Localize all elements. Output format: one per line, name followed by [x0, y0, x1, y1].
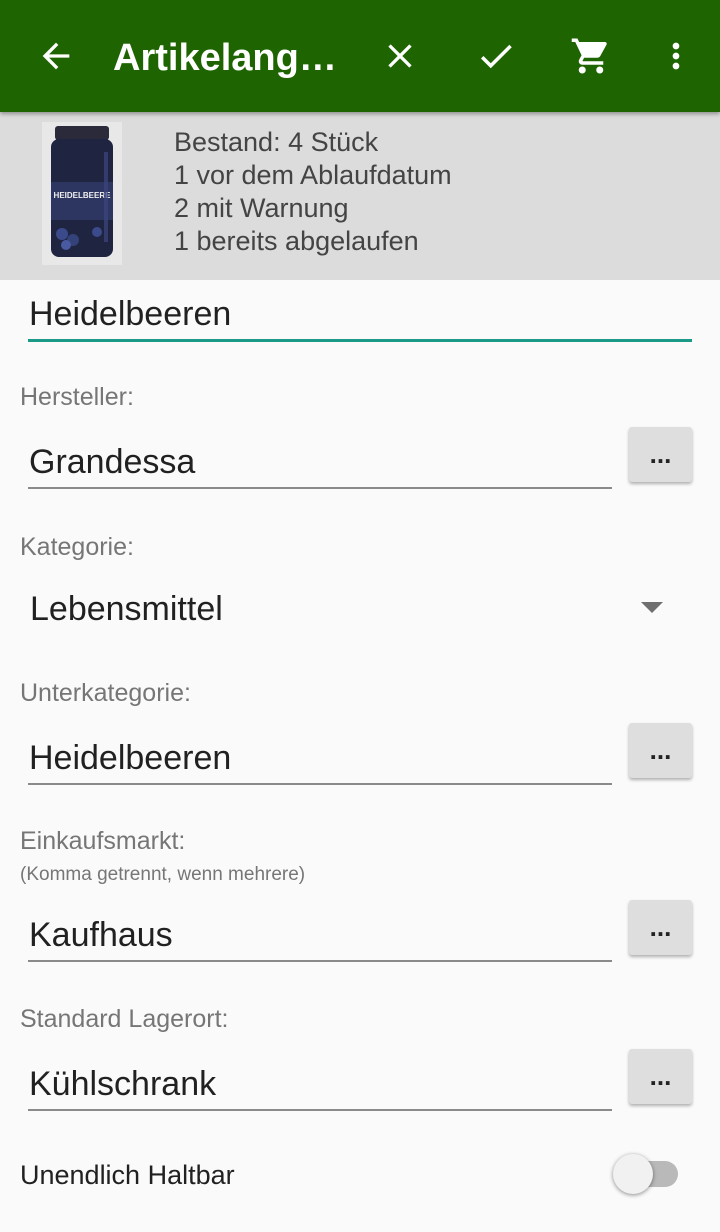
haltbar-switch-thumb[interactable]	[613, 1154, 653, 1194]
jar-label-text: HEIDELBEERE	[54, 191, 112, 200]
einkaufsmarkt-hint: (Komma getrennt, wenn mehrere)	[20, 864, 306, 885]
stock-total: Bestand: 4 Stück	[174, 127, 379, 157]
stock-before-expiry: 1 vor dem Ablaufdatum	[174, 160, 452, 190]
lagerort-input[interactable]	[28, 1059, 612, 1111]
product-image[interactable]: HEIDELBEERE	[42, 122, 122, 265]
close-icon	[388, 44, 412, 68]
einkaufsmarkt-picker-button[interactable]: ...	[629, 900, 692, 955]
einkaufsmarkt-input[interactable]	[28, 910, 612, 962]
overflow-menu-button[interactable]	[644, 24, 708, 88]
unterkategorie-input[interactable]	[28, 733, 612, 785]
save-button[interactable]	[464, 24, 528, 88]
einkaufsmarkt-label: Einkaufsmarkt:	[20, 827, 186, 855]
hersteller-picker-button[interactable]: ...	[629, 427, 692, 482]
haltbar-label: Unendlich Haltbar	[20, 1160, 235, 1190]
app-toolbar: Artikelangaben	[0, 0, 720, 112]
article-name-input[interactable]	[28, 290, 692, 342]
hersteller-label: Hersteller:	[20, 383, 134, 411]
cart-icon	[571, 38, 607, 74]
dropdown-arrow-icon	[641, 602, 663, 613]
arrow-back-icon	[42, 42, 70, 70]
check-icon	[480, 44, 512, 69]
lagerort-label: Standard Lagerort:	[20, 1005, 229, 1033]
stock-summary: Bestand: 4 Stück 1 vor dem Ablaufdatum 2…	[174, 126, 452, 258]
unterkategorie-picker-button[interactable]: ...	[629, 723, 692, 778]
hersteller-input[interactable]	[28, 437, 612, 489]
stock-expired: 1 bereits abgelaufen	[174, 226, 419, 256]
jam-jar-photo: HEIDELBEERE	[42, 122, 122, 265]
discard-button[interactable]	[368, 24, 432, 88]
kategorie-label: Kategorie:	[20, 533, 134, 561]
unterkategorie-label: Unterkategorie:	[20, 679, 191, 707]
lagerort-picker-button[interactable]: ...	[629, 1049, 692, 1104]
stock-warning: 2 mit Warnung	[174, 193, 349, 223]
kategorie-dropdown[interactable]: Lebensmittel	[28, 582, 692, 638]
shopping-cart-button[interactable]	[559, 24, 623, 88]
back-button[interactable]	[24, 24, 88, 88]
more-vert-icon	[672, 42, 680, 70]
stock-info-banner: HEIDELBEERE Bestand: 4 Stück 1 vor dem A…	[0, 112, 720, 280]
kategorie-value: Lebensmittel	[30, 590, 223, 628]
page-title: Artikelangaben	[113, 37, 353, 79]
